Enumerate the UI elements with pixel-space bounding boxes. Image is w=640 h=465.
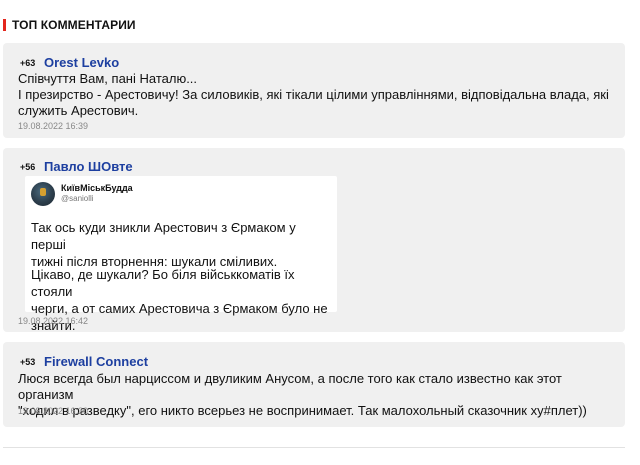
comment-line: Люся всегда был нарциссом и двуликим Ану…	[18, 371, 562, 402]
comment-body: Співчуття Вам, пані Наталю... І презирст…	[18, 71, 613, 119]
comment-line: І презирство - Арестовичу! За силовиків,…	[18, 87, 609, 102]
comment-line: "ходил в разведку", его никто всерьез не…	[18, 403, 587, 418]
comment-line: служить Арестович.	[18, 103, 139, 118]
divider	[3, 447, 625, 448]
comment-date: 19.08.2022 16:42	[18, 316, 89, 326]
comment-score: +63	[20, 57, 36, 68]
comment-date: 19.08.2022 16:39	[18, 121, 89, 131]
comment-body: Люся всегда был нарциссом и двуликим Ану…	[18, 371, 613, 419]
embedded-post[interactable]: КиївМіськБудда @saniolli Так ось куди зн…	[25, 176, 337, 333]
comment-card: +53 Firewall Connect Люся всегда был нар…	[3, 342, 625, 427]
embed-line: черги, а от самих Арестовича з Єрмаком б…	[31, 301, 328, 316]
comment-score: +56	[20, 161, 36, 172]
section-accent-bar	[3, 19, 6, 31]
comment-header: +63 Orest Levko	[20, 55, 119, 70]
embed-paragraph: Так ось куди зникли Арестович з Єрмаком …	[31, 219, 331, 270]
section-title: ТОП КОММЕНТАРИИ	[3, 17, 136, 33]
embed-author-handle: @saniolli	[61, 194, 94, 203]
comment-date: 19.08.2022 16:30	[18, 406, 89, 416]
section-title-text: ТОП КОММЕНТАРИИ	[12, 18, 136, 32]
comment-line: Співчуття Вам, пані Наталю...	[18, 71, 198, 86]
embed-line: Так ось куди зникли Арестович з Єрмаком …	[31, 220, 296, 252]
comment-author-link[interactable]: Firewall Connect	[44, 354, 148, 369]
comment-header: +53 Firewall Connect	[20, 354, 148, 369]
avatar	[31, 182, 55, 206]
comment-card: +63 Orest Levko Співчуття Вам, пані Ната…	[3, 43, 625, 138]
embed-author-name: КиївМіськБудда	[61, 183, 133, 193]
comment-score: +53	[20, 356, 36, 367]
embed-line: Цікаво, де шукали? Бо біля військкоматів…	[31, 267, 295, 299]
comment-author-link[interactable]: Orest Levko	[44, 55, 119, 70]
comment-header: +56 Павло ШОвте	[20, 159, 133, 174]
comment-card: +56 Павло ШОвте КиївМіськБудда @saniolli…	[3, 148, 625, 333]
comment-author-link[interactable]: Павло ШОвте	[44, 159, 133, 174]
